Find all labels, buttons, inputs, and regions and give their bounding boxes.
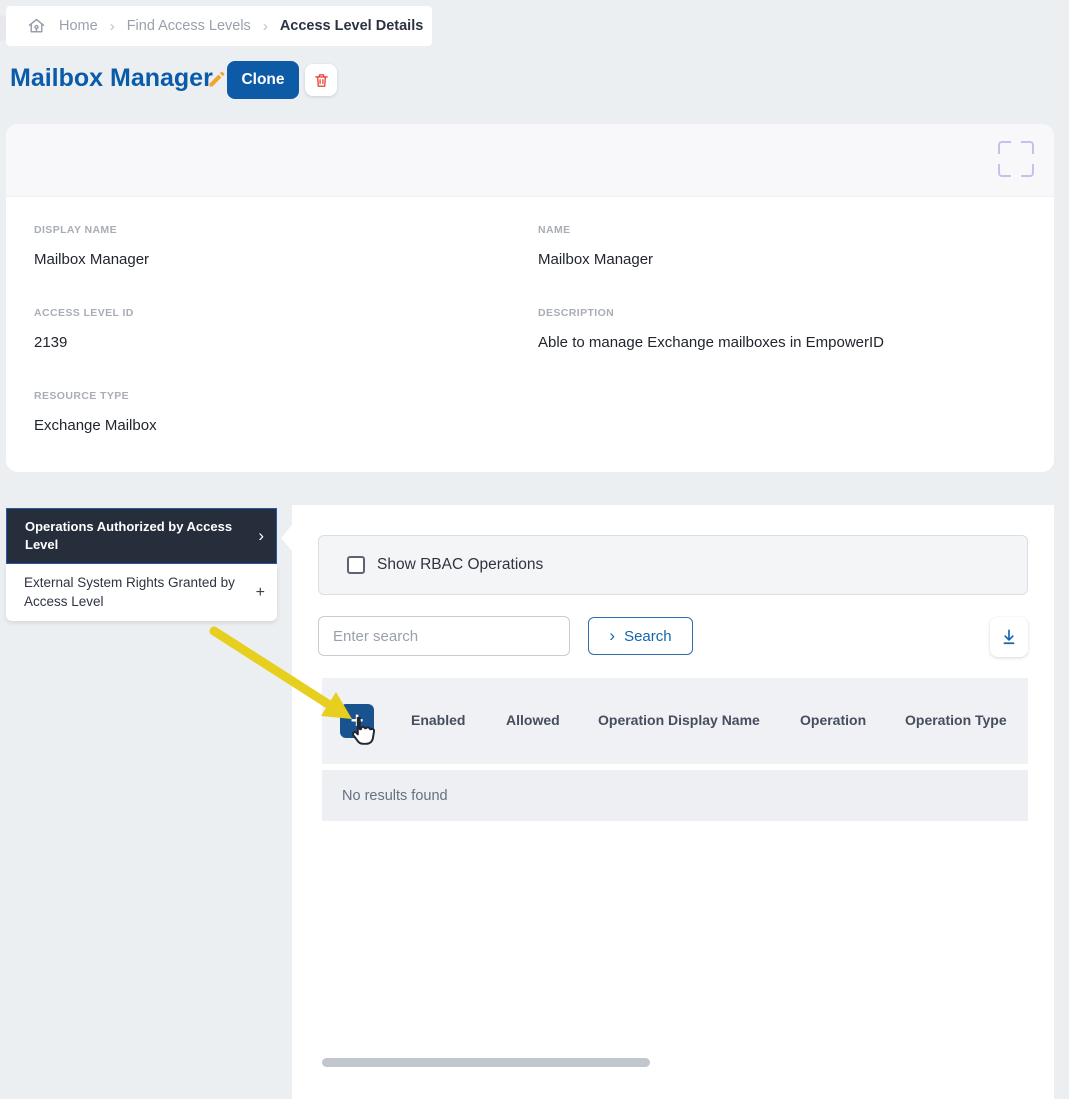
- pencil-icon: [207, 77, 227, 92]
- chevron-right-icon: ›: [263, 18, 268, 35]
- field-value: Mailbox Manager: [538, 251, 653, 268]
- edit-title-button[interactable]: [206, 69, 228, 91]
- field-value: Mailbox Manager: [34, 251, 149, 268]
- expand-icon: [1021, 141, 1034, 154]
- expand-icon: [998, 164, 1011, 177]
- search-button-label: Search: [624, 628, 672, 645]
- field-label: RESOURCE TYPE: [34, 390, 157, 402]
- column-header-enabled: Enabled: [411, 712, 465, 728]
- field-display-name: DISPLAY NAME Mailbox Manager: [34, 224, 149, 268]
- details-card-header: [6, 124, 1054, 197]
- panel-pointer-notch: [281, 525, 292, 551]
- horizontal-scrollbar[interactable]: [322, 1058, 650, 1067]
- field-value: Able to manage Exchange mailboxes in Emp…: [538, 334, 884, 351]
- field-label: DESCRIPTION: [538, 307, 884, 319]
- field-label: ACCESS LEVEL ID: [34, 307, 134, 319]
- tab-label: External System Rights Granted by Access…: [24, 574, 250, 610]
- show-rbac-operations-group: Show RBAC Operations: [318, 535, 1028, 595]
- operations-panel: Show RBAC Operations › Search + Enabled …: [292, 505, 1054, 1099]
- field-value: Exchange Mailbox: [34, 417, 157, 434]
- chevron-right-icon: ›: [609, 627, 615, 644]
- column-header-operation-display-name: Operation Display Name: [598, 712, 760, 728]
- search-input[interactable]: [318, 616, 570, 656]
- field-label: DISPLAY NAME: [34, 224, 149, 236]
- search-button[interactable]: › Search: [588, 617, 693, 655]
- show-rbac-checkbox[interactable]: [347, 556, 365, 574]
- download-button[interactable]: [990, 617, 1028, 657]
- tab-operations-authorized[interactable]: Operations Authorized by Access Level ›: [6, 508, 277, 564]
- page-title: Mailbox Manager: [10, 64, 213, 93]
- column-header-operation: Operation: [800, 712, 866, 728]
- trash-icon: [313, 72, 330, 89]
- field-name: NAME Mailbox Manager: [538, 224, 653, 268]
- field-value: 2139: [34, 334, 134, 351]
- plus-icon: +: [256, 584, 265, 602]
- clone-button[interactable]: Clone: [227, 61, 299, 99]
- tab-external-system-rights[interactable]: External System Rights Granted by Access…: [6, 564, 277, 621]
- no-results-row: No results found: [322, 770, 1028, 821]
- chevron-right-icon: ›: [258, 526, 264, 546]
- field-resource-type: RESOURCE TYPE Exchange Mailbox: [34, 390, 157, 434]
- breadcrumb-item-home[interactable]: Home: [59, 18, 98, 34]
- expand-icon: [1021, 164, 1034, 177]
- show-rbac-label: Show RBAC Operations: [377, 556, 543, 574]
- breadcrumb: Home › Find Access Levels › Access Level…: [6, 6, 432, 46]
- operations-table-header: + Enabled Allowed Operation Display Name…: [322, 678, 1028, 764]
- expand-fullscreen-button[interactable]: [998, 141, 1034, 177]
- column-header-allowed: Allowed: [506, 712, 560, 728]
- field-access-level-id: ACCESS LEVEL ID 2139: [34, 307, 134, 351]
- expand-icon: [998, 141, 1011, 154]
- field-description: DESCRIPTION Able to manage Exchange mail…: [538, 307, 884, 351]
- home-icon[interactable]: [26, 16, 47, 37]
- chevron-right-icon: ›: [110, 18, 115, 35]
- breadcrumb-item-find-access-levels[interactable]: Find Access Levels: [127, 18, 251, 34]
- breadcrumb-item-current: Access Level Details: [280, 18, 423, 34]
- access-level-details-card: DISPLAY NAME Mailbox Manager NAME Mailbo…: [6, 124, 1054, 472]
- download-icon: [999, 627, 1019, 647]
- column-header-operation-type: Operation Type: [905, 712, 1007, 728]
- delete-button[interactable]: [305, 64, 337, 96]
- tab-label: Operations Authorized by Access Level: [25, 518, 252, 553]
- field-label: NAME: [538, 224, 653, 236]
- add-operation-button[interactable]: +: [340, 704, 374, 738]
